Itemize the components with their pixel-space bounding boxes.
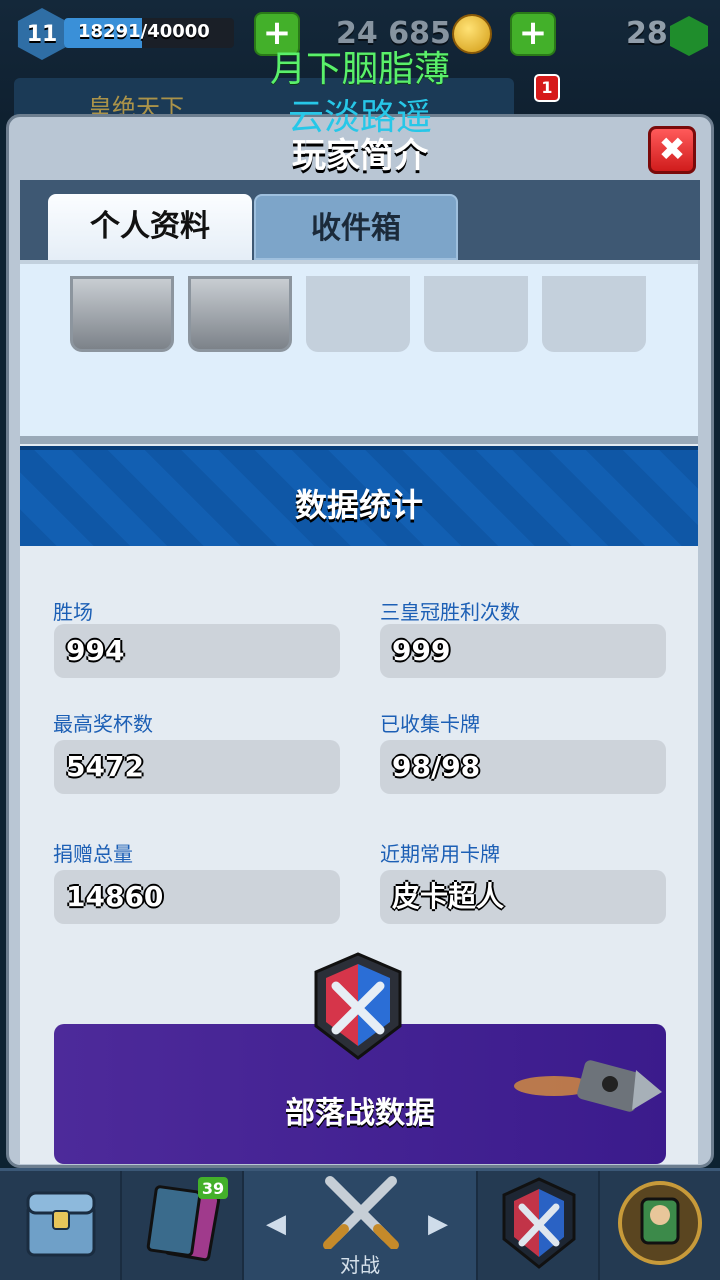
stats-header-title: 数据统计: [294, 486, 423, 524]
stat-value-three-crown: 999: [380, 624, 666, 678]
stat-label-favorite-card: 近期常用卡牌: [380, 842, 500, 866]
stat-value-favorite-card: 皮卡超人: [380, 870, 666, 924]
badge-slot[interactable]: [70, 276, 174, 352]
right-arrow-icon[interactable]: ▶: [428, 1209, 448, 1239]
stat-value-donations: 14860: [54, 870, 340, 924]
xp-text: 18291/40000: [78, 21, 210, 42]
crossed-swords-icon: [323, 1176, 399, 1249]
badge-slot: [306, 276, 410, 352]
clan-shield-icon: [502, 1177, 576, 1269]
stat-value-wins: 994: [54, 624, 340, 678]
stats-header: 数据统计: [20, 446, 698, 546]
left-arrow-icon[interactable]: ◀: [266, 1209, 286, 1239]
clan-war-shield-icon: [314, 952, 402, 1060]
stat-label-three-crown: 三皇冠胜利次数: [380, 600, 520, 624]
nav-events[interactable]: [600, 1171, 720, 1280]
clan-war-label: 部落战数据: [285, 1096, 435, 1131]
stat-value-cards-found: 98/98: [380, 740, 666, 794]
cards-icon: 39: [146, 1177, 228, 1262]
badge-slot: [542, 276, 646, 352]
badge-slot[interactable]: [188, 276, 292, 352]
stat-label-wins: 胜场: [53, 600, 93, 624]
chest-icon: [26, 1191, 96, 1257]
stat-value-max-trophies: 5472: [54, 740, 340, 794]
badge-area: [20, 260, 698, 444]
cards-badge: 39: [202, 1179, 224, 1198]
tab-profile[interactable]: 个人资料: [48, 194, 252, 260]
nav-clan[interactable]: [478, 1171, 600, 1280]
nav-shop[interactable]: [0, 1171, 122, 1280]
profile-content[interactable]: 数据统计 胜场 994 三皇冠胜利次数 999 最高奖杯数 5472 已收集卡牌…: [20, 260, 698, 1164]
stat-label-cards-found: 已收集卡牌: [380, 712, 480, 736]
section-divider: [20, 436, 698, 444]
stat-label-max-trophies: 最高奖杯数: [53, 712, 153, 736]
badge-slot: [424, 276, 528, 352]
nav-cards[interactable]: 39: [122, 1171, 244, 1280]
bottom-nav: 39 ◀ ▶ 对战: [0, 1168, 720, 1280]
overlay-text-line1: 月下胭脂薄: [269, 49, 450, 90]
overlay-text-line2: 云淡路遥: [287, 97, 432, 138]
tab-inbox[interactable]: 收件箱: [254, 194, 458, 260]
stat-label-donations: 捐赠总量: [53, 842, 133, 866]
tournament-icon: [618, 1181, 702, 1265]
nav-battle-label: 对战: [340, 1253, 380, 1277]
nav-battle[interactable]: ◀ ▶ 对战: [244, 1171, 478, 1280]
